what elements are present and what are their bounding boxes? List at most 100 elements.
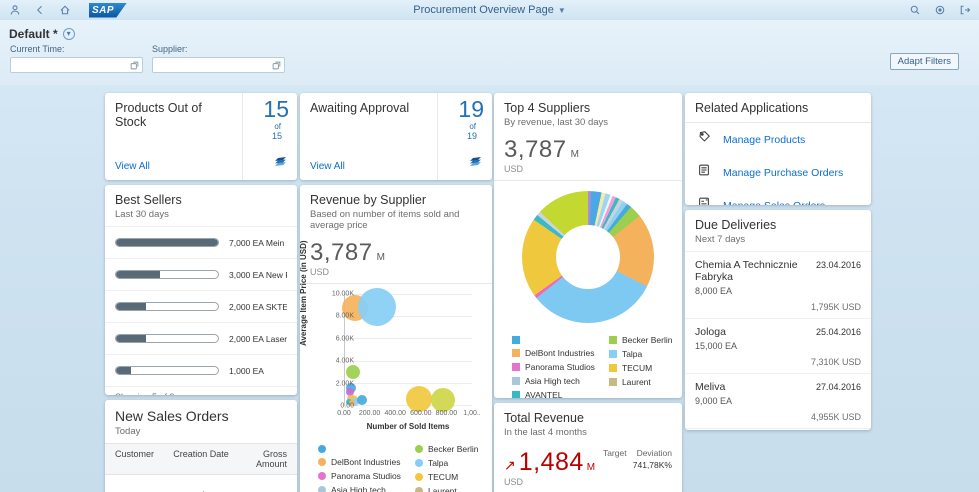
data-bubble[interactable] (431, 387, 456, 412)
card-products-out-of-stock[interactable]: Products Out of Stock View All 15 of 15 (105, 93, 297, 180)
column-customer: Customer (115, 449, 155, 459)
delivery-amount: 1,795K USD (810, 302, 861, 312)
bar-fill (116, 239, 218, 246)
shell-header: SAP Procurement Overview Page ▼ (0, 0, 979, 20)
delivery-amount: 4,955K USD (810, 412, 861, 422)
card-best-sellers[interactable]: Best Sellers Last 30 days 7,000 EA Mein … (105, 185, 297, 395)
legend-item: Laurent (608, 377, 673, 387)
data-bubble[interactable] (357, 395, 368, 406)
deviation-label: Deviation (636, 448, 672, 458)
current-time-input[interactable] (10, 57, 143, 73)
kpi-value: 3,787 (504, 136, 567, 163)
home-icon[interactable] (58, 4, 71, 17)
user-icon[interactable] (8, 4, 21, 17)
link-manage-purchase-orders[interactable]: Manage Purchase Orders (685, 156, 871, 189)
stacked-layers-icon (467, 154, 484, 174)
x-axis-tick: 800.00 (435, 410, 458, 417)
card-subtitle: In the last 4 months (504, 427, 587, 438)
view-all-link[interactable]: View All (310, 161, 427, 172)
chevron-down-icon: ▼ (557, 5, 566, 15)
adapt-filters-button[interactable]: Adapt Filters (889, 53, 959, 70)
donut-chart[interactable] (522, 191, 654, 323)
legend-item (512, 335, 595, 344)
legend-label: Becker Berlin (427, 444, 479, 454)
legend-item: Laurent (414, 486, 482, 492)
data-bubble[interactable] (345, 365, 360, 380)
legend-item: Panorama Studios (512, 362, 595, 372)
link-manage-products[interactable]: Manage Products (685, 123, 871, 156)
legend-marker-icon (608, 378, 617, 386)
legend-marker-icon (414, 445, 423, 453)
logout-icon[interactable] (958, 4, 971, 17)
data-bubble[interactable] (406, 386, 433, 413)
legend-marker-icon (512, 377, 520, 385)
card-revenue-by-supplier[interactable]: Revenue by Supplier Based on number of i… (300, 185, 492, 492)
plot-area (341, 288, 472, 413)
best-seller-label: 2,000 EA SKTEST (229, 301, 287, 312)
legend-item: DelBont Industries (318, 457, 401, 467)
bar-fill (116, 367, 132, 374)
legend-item: Asia High tech (512, 376, 595, 386)
card-subtitle: Today (115, 426, 141, 437)
kpi-currency: USD (504, 164, 524, 174)
card-top-4-suppliers[interactable]: Top 4 Suppliers By revenue, last 30 days… (494, 93, 682, 398)
delivery-item[interactable]: Meliva 27.04.2016 9,000 EA 4,955K USD (685, 373, 871, 428)
supplier-input[interactable] (152, 57, 285, 73)
legend-marker-icon (318, 472, 326, 480)
best-seller-label: 3,000 EA New Prod... (229, 269, 287, 280)
delivery-date: 23.04.2016 (815, 260, 861, 270)
legend-label: Becker Berlin (621, 335, 673, 345)
legend-item (318, 444, 401, 453)
kpi-of-label: of (469, 122, 476, 131)
purchase-order-icon (697, 163, 711, 182)
card-total-revenue[interactable]: Total Revenue In the last 4 months ↗ 1,4… (494, 403, 682, 492)
page-title[interactable]: Procurement Overview Page ▼ (413, 4, 566, 16)
link-manage-sales-orders[interactable]: Manage Sales Orders (685, 189, 871, 205)
data-bubble[interactable] (358, 288, 397, 327)
trend-up-icon: ↗ (504, 457, 516, 473)
delivery-item[interactable]: Jologa 25.04.2016 15,000 EA 7,310K USD (685, 318, 871, 373)
view-all-link[interactable]: View All (115, 161, 232, 172)
sap-logo: SAP (89, 2, 127, 18)
column-gross-amount: Gross Amount (255, 449, 287, 469)
variant-selector[interactable]: Default * ▾ (9, 27, 75, 41)
link-label: Manage Sales Orders (723, 200, 825, 206)
copilot-icon[interactable] (933, 4, 946, 17)
best-seller-row[interactable]: 2,000 EA SKTEST (105, 290, 297, 322)
legend-item: ... (609, 391, 673, 398)
legend-item: Panorama Studios (318, 471, 401, 481)
card-new-sales-orders[interactable]: New Sales Orders Today Customer Creation… (105, 400, 297, 492)
legend-label: DelBont Industries (525, 348, 595, 358)
card-title: Revenue by Supplier (310, 193, 427, 207)
back-icon[interactable] (33, 4, 46, 17)
kpi-value: 3,787 (310, 239, 373, 266)
best-seller-row[interactable]: 7,000 EA Mein neue... (105, 226, 297, 258)
search-icon[interactable] (908, 4, 921, 17)
bar-fill (116, 271, 160, 278)
y-axis-label: Average Item Price (in USD) (300, 240, 308, 346)
delivery-quantity: 15,000 EA (695, 341, 738, 351)
legend-label: Laurent (427, 486, 457, 492)
best-seller-row[interactable]: 2,000 EA Laser Alr... (105, 322, 297, 354)
legend-label: Asia High tech (525, 376, 580, 386)
best-seller-row[interactable]: 3,000 EA New Prod... (105, 258, 297, 290)
legend-label: AVANTEL (525, 390, 563, 398)
y-axis-tick: 2.00K (335, 380, 354, 388)
legend-label: Talpa (427, 458, 449, 468)
card-footer: Showing 5 of 9 (105, 386, 297, 395)
delivery-amount: 7,310K USD (810, 357, 861, 367)
delivery-date: 27.04.2016 (815, 382, 861, 392)
delivery-item[interactable]: Chemia A Technicznie Fabryka 23.04.2016 8,… (685, 251, 871, 318)
best-seller-row[interactable]: 1,000 EA (105, 354, 297, 386)
card-awaiting-approval[interactable]: Awaiting Approval View All 19 of 19 (300, 93, 492, 180)
value-help-icon[interactable] (272, 61, 281, 70)
card-title: Due Deliveries (695, 218, 777, 232)
target-label: Target (602, 448, 627, 458)
value-help-icon[interactable] (130, 61, 139, 70)
delivery-row: Meliva 27.04.2016 (695, 381, 861, 393)
supplier-label: Supplier: (152, 44, 188, 54)
card-due-deliveries[interactable]: Due Deliveries Next 7 days Chemia A Tech… (685, 210, 871, 430)
card-title: Total Revenue (504, 411, 584, 425)
bubble-chart[interactable]: Average Item Price (in USD) 0.00 2.00K 4.0… (300, 240, 492, 440)
x-axis-tick: 200.00 (358, 410, 381, 417)
